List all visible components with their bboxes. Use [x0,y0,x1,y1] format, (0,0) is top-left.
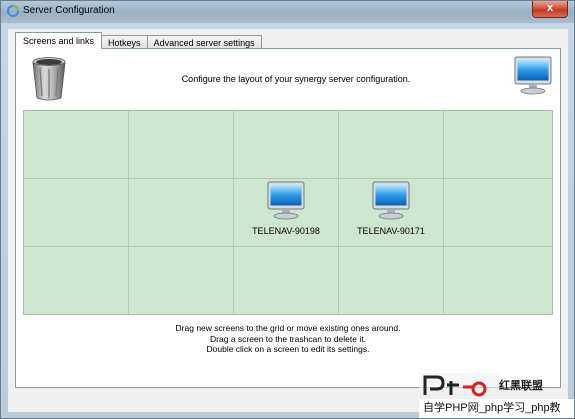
grid-instructions: Drag new screens to the grid or move exi… [16,323,560,355]
screen-layout-grid[interactable]: TELENAV-90198 TELENAV-90171 [23,110,553,315]
dialog-body: Screens and links Hotkeys Advanced serve… [8,29,568,412]
screen-name-label: TELENAV-90171 [357,226,425,236]
window-title: Server Configuration [23,5,115,16]
new-screen-monitor-icon[interactable] [514,56,552,96]
watermark-text: 自学PHP网_php学习_php教 [419,399,574,418]
grid-cell[interactable]: TELENAV-90198 [234,179,339,247]
watermark-chinese-title: 红黑联盟 [499,380,543,392]
grid-cell[interactable] [24,179,129,247]
watermark: 红黑联盟 自学PHP网_php学习_php教 [419,373,574,418]
tab-bar: Screens and links Hotkeys Advanced serve… [15,32,262,49]
grid-cell[interactable]: TELENAV-90171 [339,179,444,247]
trash-can-icon[interactable] [29,55,69,103]
monitor-icon [267,181,305,220]
grid-cell[interactable] [24,111,129,179]
synergy-app-icon [7,5,19,17]
title-bar[interactable]: Server Configuration x [1,1,574,23]
watermark-logo [419,373,499,398]
close-button[interactable]: x [532,1,568,18]
layout-description: Configure the layout of your synergy ser… [181,74,411,84]
screen-telenav-90171[interactable]: TELENAV-90171 [339,181,443,236]
screen-name-label: TELENAV-90198 [252,226,320,236]
grid-cell[interactable] [129,247,234,314]
tab-screens-and-links[interactable]: Screens and links [15,32,103,49]
screen-telenav-90198[interactable]: TELENAV-90198 [234,181,338,236]
tab-hotkeys[interactable]: Hotkeys [101,35,148,49]
server-configuration-window: Server Configuration x Screens and links… [0,0,575,419]
grid-cell[interactable] [24,247,129,314]
grid-cell[interactable] [129,179,234,247]
screens-and-links-panel: Configure the layout of your synergy ser… [15,48,561,388]
tab-advanced-server-settings[interactable]: Advanced server settings [146,35,262,49]
instruction-line: Drag new screens to the grid or move exi… [175,323,401,333]
instruction-line: Double click on a screen to edit its set… [206,344,370,354]
monitor-icon [372,181,410,220]
grid-cell[interactable] [234,111,339,179]
grid-cell[interactable] [129,111,234,179]
grid-cell[interactable] [234,247,339,314]
grid-cell[interactable] [444,111,552,179]
grid-cell[interactable] [339,247,444,314]
grid-cell[interactable] [339,111,444,179]
grid-cell[interactable] [444,247,552,314]
grid-cell[interactable] [444,179,552,247]
instruction-line: Drag a screen to the trashcan to delete … [210,333,366,344]
